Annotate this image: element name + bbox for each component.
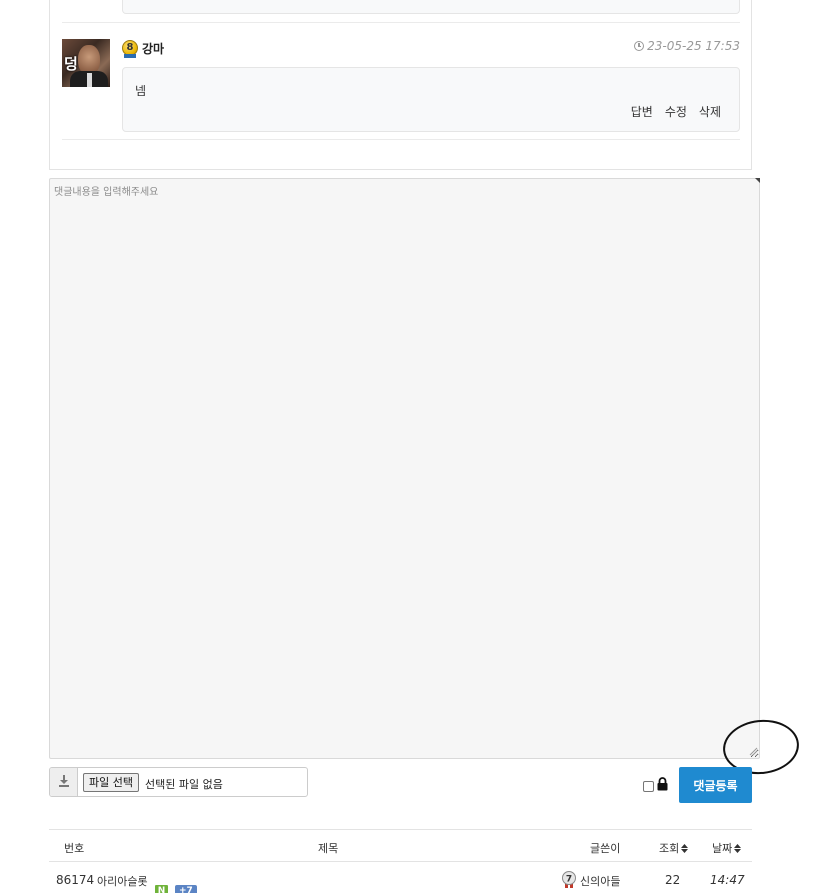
download-icon	[59, 775, 69, 787]
clock-icon	[634, 41, 645, 51]
previous-comment-box	[122, 0, 740, 14]
sort-icon	[734, 844, 742, 853]
comment-date-text: 23-05-25 17:53	[647, 39, 740, 53]
submit-comment-button[interactable]: 댓글등록	[679, 767, 752, 803]
secret-checkbox[interactable]	[643, 781, 654, 792]
row-title[interactable]: 아리아슬롯	[97, 873, 148, 889]
row-views: 22	[665, 873, 681, 887]
corner-marker	[755, 178, 760, 183]
comment-divider	[62, 22, 740, 23]
col-writer: 글쓴이	[590, 842, 621, 855]
board-header: 번호 제목 글쓴이 조회 날짜	[49, 829, 752, 862]
comment-count: +7	[175, 885, 197, 893]
row-date: 14:47	[710, 873, 745, 887]
comment-panel: 덩 8 강마 23-05-25 17:53 넴 답변 수정 삭제	[49, 0, 752, 170]
comment-text: 넴	[135, 84, 147, 98]
file-status: 선택된 파일 없음	[145, 778, 223, 791]
avatar[interactable]: 덩	[62, 39, 110, 87]
lock-icon	[657, 777, 668, 791]
col-views-label: 조회	[659, 842, 680, 855]
comment-actions: 답변 수정 삭제	[631, 103, 721, 120]
row-writer[interactable]: 신의아들	[580, 873, 620, 889]
delete-button[interactable]: 삭제	[699, 103, 721, 120]
col-title: 제목	[318, 842, 339, 855]
avatar-glyph: 덩	[64, 55, 78, 73]
col-views[interactable]: 조회	[659, 840, 689, 856]
col-num: 번호	[64, 842, 85, 855]
comment-divider	[62, 139, 740, 140]
row-level: 7	[566, 875, 572, 885]
new-tag: N	[155, 885, 168, 893]
level-badge-icon: 7	[562, 871, 576, 888]
sort-icon	[681, 844, 689, 853]
file-addon	[50, 768, 78, 796]
row-num: 86174	[56, 873, 95, 887]
col-date-label: 날짜	[712, 842, 733, 855]
table-row[interactable]: 86174 아리아슬롯 N +7 7 신의아들 22 14:47	[49, 862, 752, 893]
comment-body: 넴 답변 수정 삭제	[122, 67, 740, 132]
comment-author[interactable]: 강마	[142, 40, 164, 57]
comment-date: 23-05-25 17:53	[634, 39, 740, 53]
level-ribbon	[124, 54, 136, 58]
file-select-button[interactable]: 파일 선택	[83, 773, 139, 792]
reply-button[interactable]: 답변	[631, 103, 653, 120]
col-date[interactable]: 날짜	[712, 840, 742, 856]
file-upload-group: 파일 선택 선택된 파일 없음	[49, 767, 308, 797]
edit-button[interactable]: 수정	[665, 103, 687, 120]
comment-textarea[interactable]	[49, 178, 760, 759]
